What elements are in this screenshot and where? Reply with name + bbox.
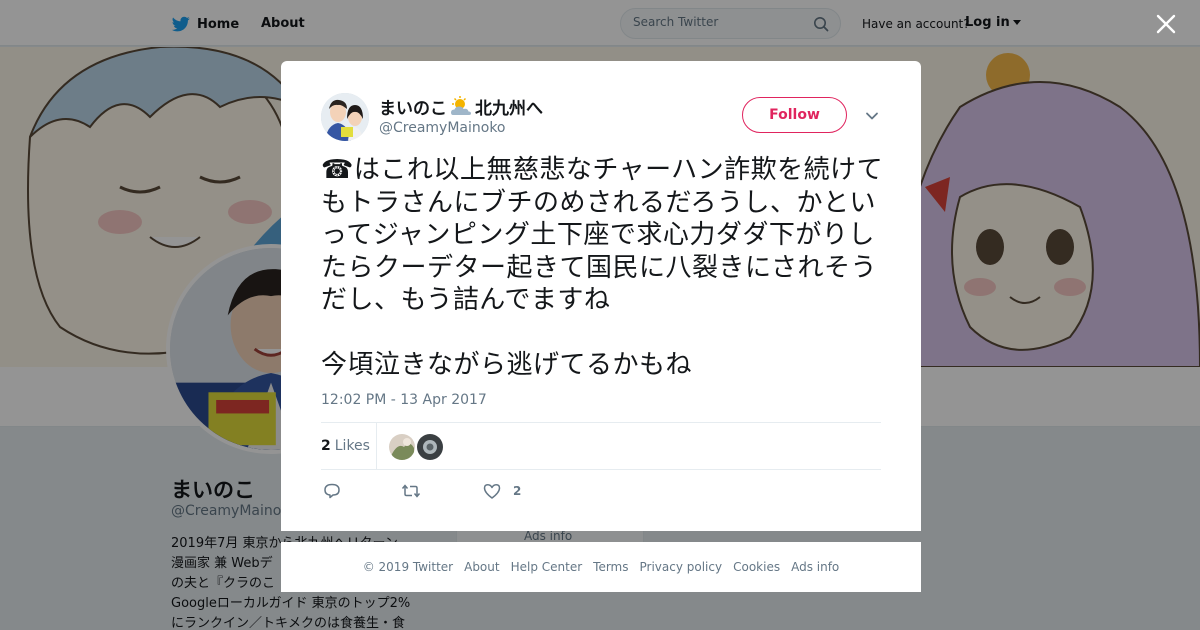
modal-footer: © 2019 Twitter About Help Center Terms P…: [281, 542, 921, 592]
author-name-part: 北九州へ: [475, 99, 543, 119]
liker-avatar[interactable]: [417, 434, 443, 460]
heart-icon: [483, 484, 501, 499]
tweet-text: ☎はこれ以上無慈悲なチャーハン詐欺を続けてもトラさんにブチのめされるだろうし、か…: [321, 155, 884, 380]
tweet-stats: 2 Likes: [321, 422, 881, 470]
tweet-actions: 2: [321, 481, 881, 505]
like-button[interactable]: 2: [482, 481, 521, 501]
footer-link-privacy[interactable]: Privacy policy: [640, 560, 723, 574]
likes-stat[interactable]: 2 Likes: [321, 438, 370, 454]
reply-button[interactable]: [322, 481, 342, 501]
close-icon[interactable]: [1156, 14, 1176, 34]
liker-avatar[interactable]: [389, 434, 415, 460]
footer-copyright: © 2019 Twitter: [362, 560, 454, 574]
author-name[interactable]: まいのこ 北九州へ: [379, 94, 543, 119]
author-handle[interactable]: @CreamyMainoko: [379, 120, 506, 136]
author-avatar[interactable]: [321, 93, 369, 141]
like-count: 2: [513, 484, 522, 498]
liker-photo: [417, 434, 443, 460]
retweet-button[interactable]: [401, 481, 421, 501]
tweet-timestamp[interactable]: 12:02 PM - 13 Apr 2017: [321, 392, 487, 408]
author-name-part: まいのこ: [379, 99, 447, 119]
footer-link-terms[interactable]: Terms: [593, 560, 628, 574]
retweet-icon: [401, 484, 421, 498]
follow-button[interactable]: Follow: [742, 97, 847, 133]
footer-link-help-center[interactable]: Help Center: [511, 560, 583, 574]
footer-link-ads-info[interactable]: Ads info: [791, 560, 839, 574]
sun-cloud-icon: [451, 95, 471, 115]
tweet-modal: まいのこ 北九州へ @CreamyMainoko Follow ☎はこれ以上無慈…: [281, 61, 921, 531]
likes-count: 2: [321, 438, 331, 454]
author-photo: [321, 93, 369, 141]
stats-divider: [376, 423, 377, 470]
chevron-down-icon[interactable]: [864, 108, 880, 124]
footer-link-about[interactable]: About: [464, 560, 499, 574]
footer-link-cookies[interactable]: Cookies: [733, 560, 780, 574]
liker-photo: [389, 434, 415, 460]
likes-label: Likes: [334, 438, 370, 454]
reply-icon: [324, 483, 340, 499]
